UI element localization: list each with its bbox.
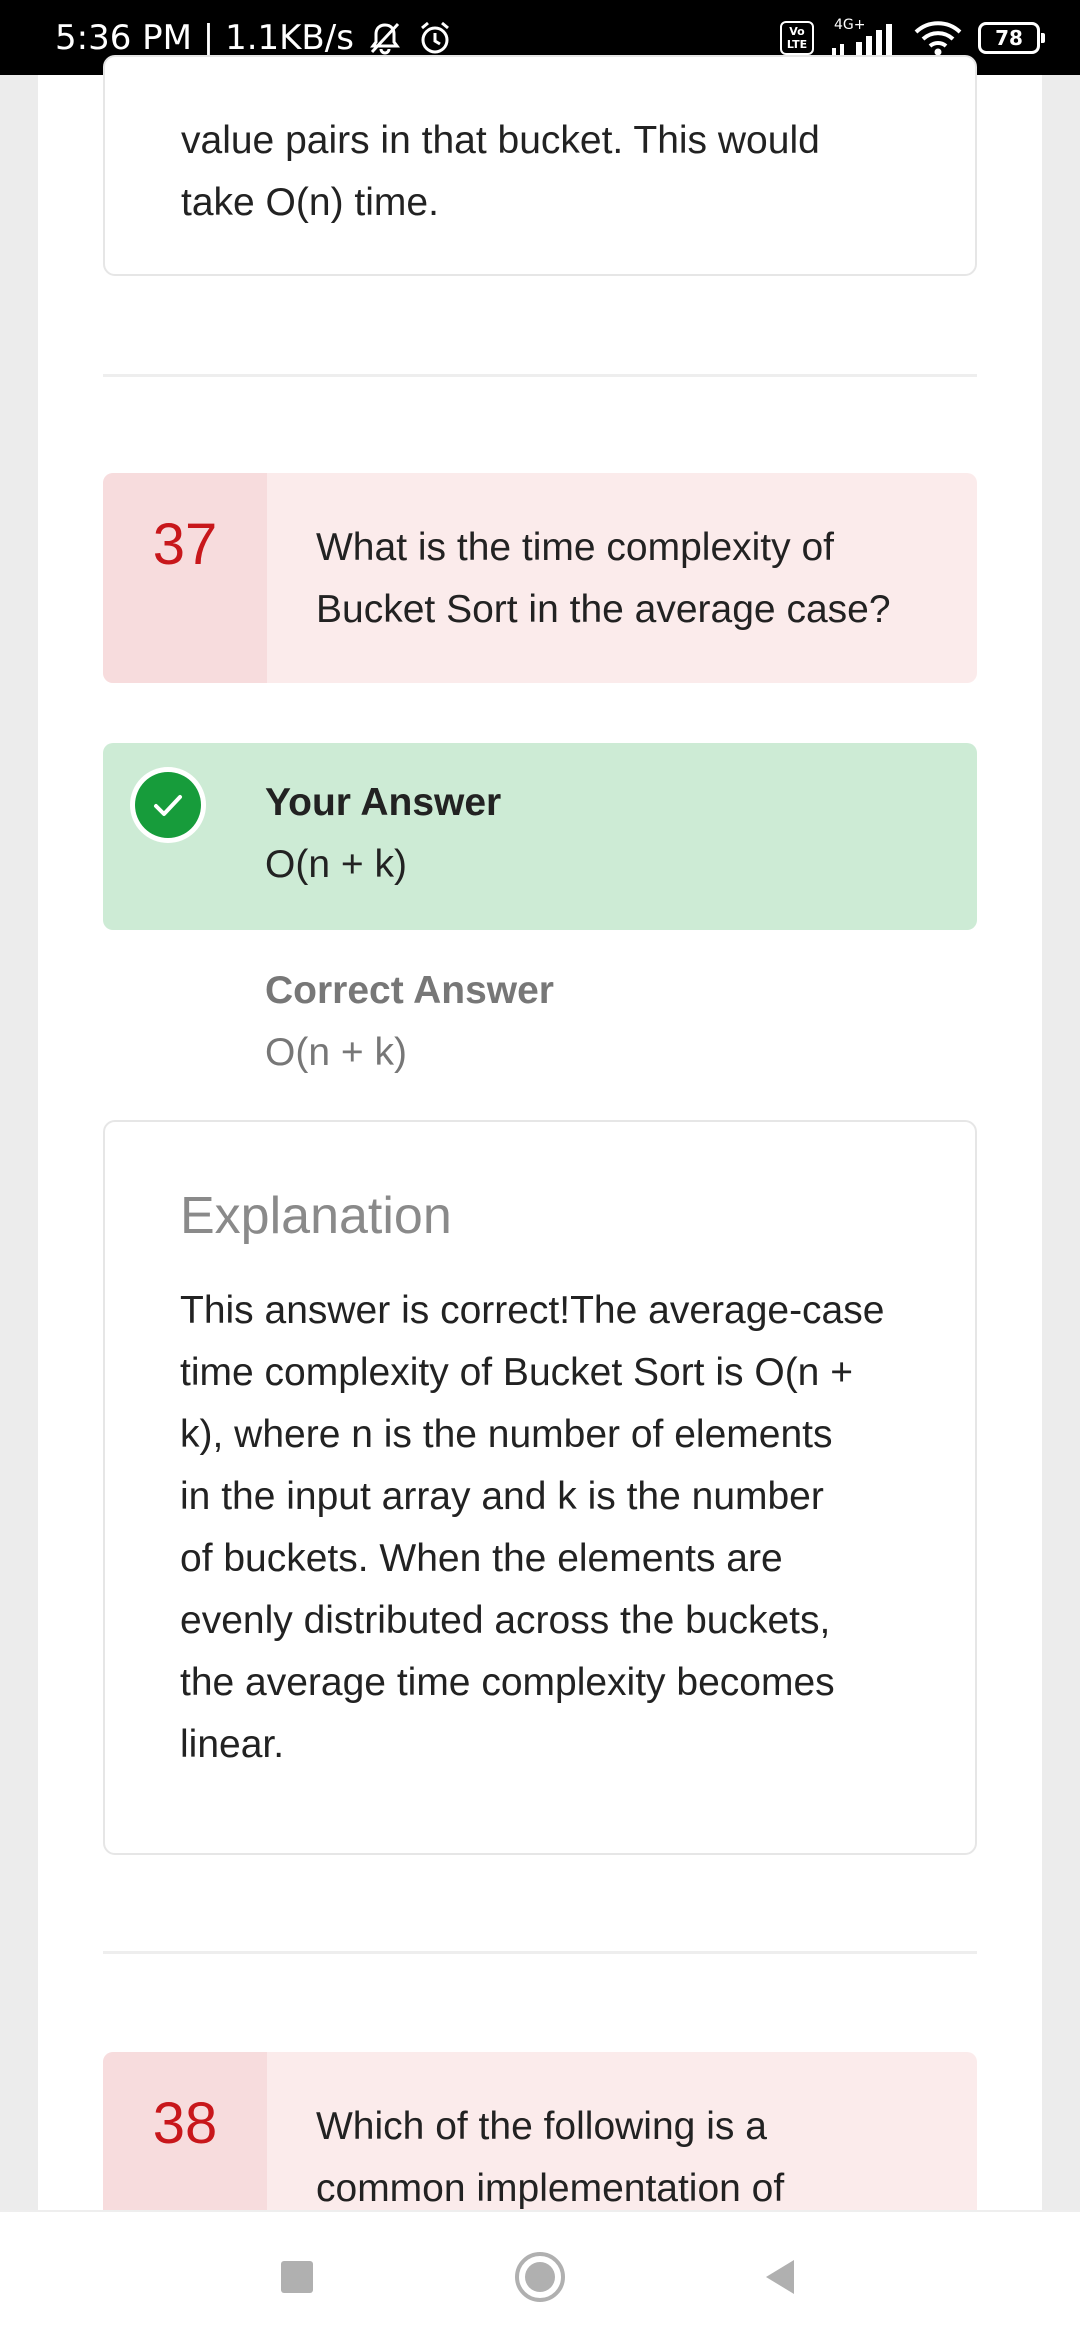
battery-level: 78 <box>995 25 1023 50</box>
explanation-text: This answer is correct!The average-case … <box>180 1280 920 1776</box>
circle-icon <box>515 2252 565 2302</box>
text-line: evenly distributed across the buckets, <box>180 1599 831 1642</box>
divider <box>103 1951 977 1954</box>
status-time-speed: 5:36 PM | 1.1KB/s <box>55 17 354 58</box>
network-type-label: 4G+ <box>834 16 866 33</box>
explanation-card: Explanation This answer is correct!The a… <box>103 1120 977 1855</box>
quiz-results-content[interactable]: value pairs in that bucket. This would t… <box>38 55 1042 2252</box>
text-line: linear. <box>180 1723 285 1766</box>
notifications-off-icon <box>369 22 400 54</box>
your-answer-value: O(n + k) <box>265 843 407 886</box>
explanation-title: Explanation <box>180 1187 452 1245</box>
triangle-back-icon <box>766 2260 794 2294</box>
previous-explanation-text: value pairs in that bucket. This would t… <box>181 110 941 234</box>
question-text: Which of the following is a common imple… <box>316 2096 956 2220</box>
previous-explanation-card: value pairs in that bucket. This would t… <box>103 55 977 276</box>
battery-icon: 78 <box>978 21 1045 54</box>
correct-answer-label: Correct Answer <box>265 969 554 1012</box>
signal-icon: 4G+ <box>828 18 898 58</box>
divider <box>103 374 977 377</box>
text-line: in the input array and k is the number <box>180 1475 824 1518</box>
system-nav-bar <box>0 2210 1080 2340</box>
volte-icon: Vo LTE <box>780 20 814 55</box>
wifi-icon <box>914 20 962 55</box>
text-line: the average time complexity becomes <box>180 1661 835 1704</box>
text-line: time complexity of Bucket Sort is O(n + <box>180 1351 853 1394</box>
text-line: This answer is correct!The average-case <box>180 1289 885 1332</box>
alarm-icon <box>420 21 449 53</box>
square-icon <box>281 2261 313 2293</box>
text-line: take O(n) time. <box>181 181 439 224</box>
text-line: of buckets. When the elements are <box>180 1537 783 1580</box>
text-line: k), where n is the number of elements <box>180 1413 833 1456</box>
text-line: Which of the following is a <box>316 2105 767 2148</box>
back-button[interactable] <box>745 2242 815 2312</box>
question-number: 37 <box>103 473 267 683</box>
your-answer-box: Your Answer O(n + k) <box>103 743 977 930</box>
text-line: value pairs in that bucket. This would <box>181 119 820 162</box>
text-line: Bucket Sort in the average case? <box>316 588 891 631</box>
correct-check-icon <box>130 767 206 843</box>
question-37: 37 What is the time complexity of Bucket… <box>103 473 977 683</box>
correct-answer-value: O(n + k) <box>265 1031 407 1074</box>
home-button[interactable] <box>505 2242 575 2312</box>
your-answer-label: Your Answer <box>265 781 502 824</box>
recents-button[interactable] <box>262 2242 332 2312</box>
question-text: What is the time complexity of Bucket So… <box>316 517 956 641</box>
text-line: What is the time complexity of <box>316 526 835 569</box>
